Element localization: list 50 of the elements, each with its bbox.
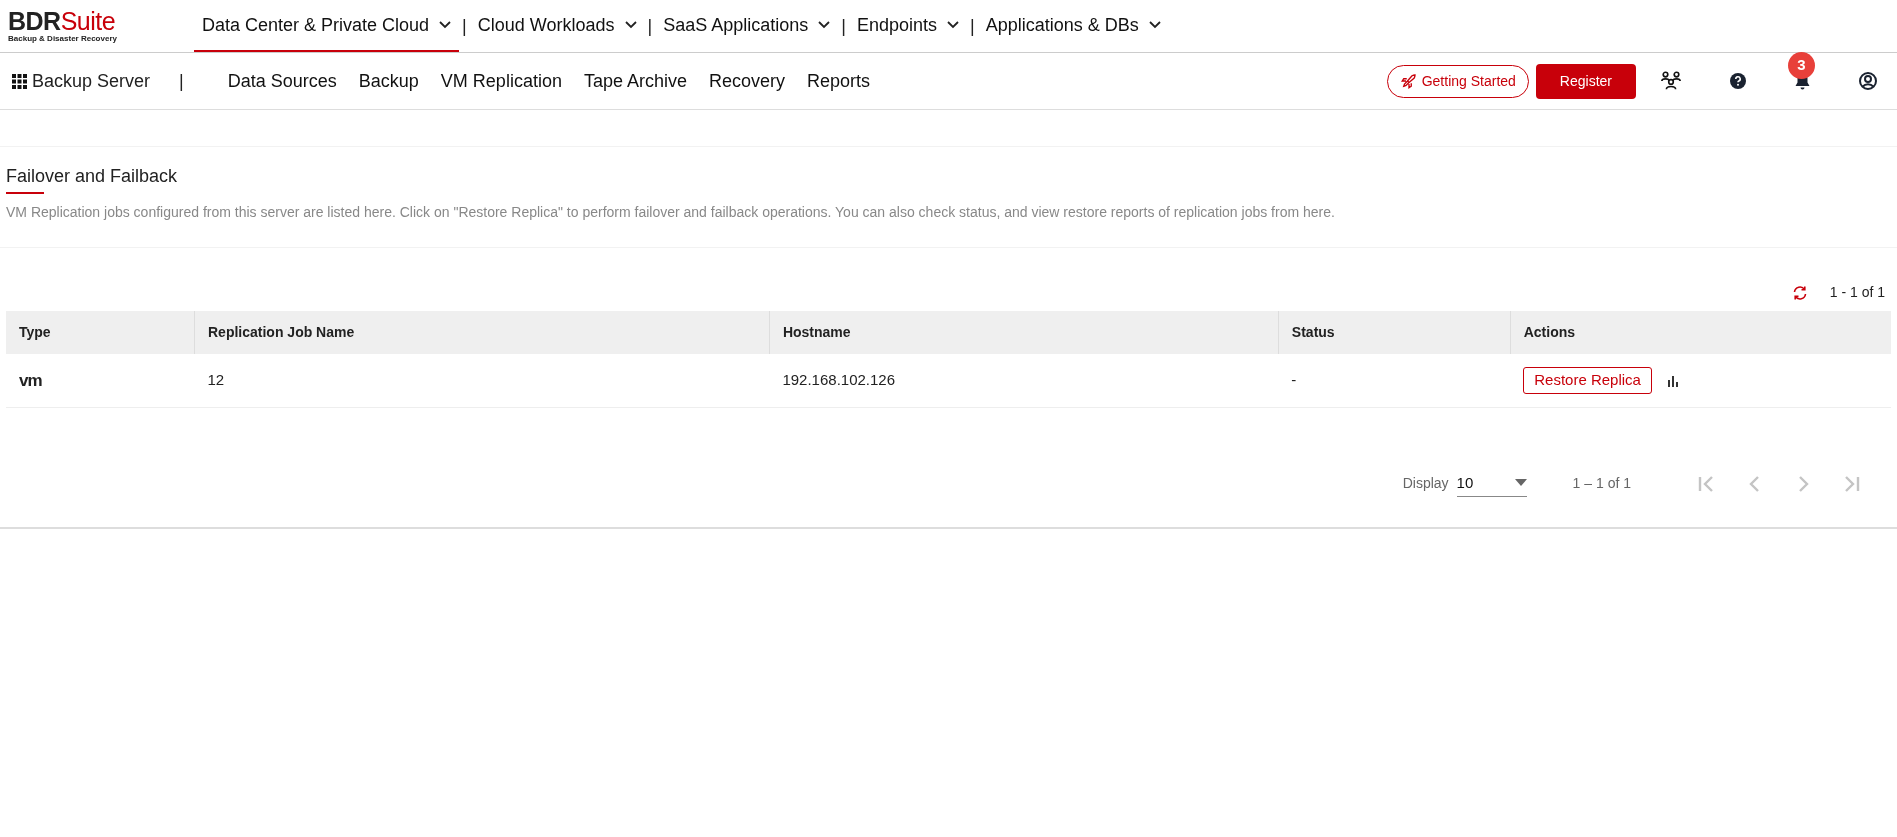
column-header: Actions [1510, 311, 1891, 354]
page-description: VM Replication jobs configured from this server are listed here. Click on "Restore Replica" to perform failover and failback operations. You can also check status, and view restore reports of replication jobs from here. [6, 203, 1336, 222]
users-icon[interactable] [1660, 70, 1682, 92]
chevron-down-icon [439, 21, 452, 29]
nav-link[interactable]: Recovery [709, 67, 785, 95]
table-cell: - [1278, 354, 1511, 407]
nav-tab[interactable]: Applications & DBs [977, 0, 1169, 52]
pagination-range: 1 – 1 of 1 [1572, 473, 1631, 493]
nav-link[interactable]: Data Sources [227, 67, 337, 95]
separator: | [646, 14, 654, 38]
user-account-icon[interactable] [1859, 72, 1877, 90]
nav-tab[interactable]: Endpoints [849, 0, 968, 52]
rocket-icon [1399, 72, 1418, 90]
nav-link[interactable]: VM Replication [440, 67, 562, 95]
nav-tab[interactable]: Data Center & Private Cloud [194, 0, 460, 52]
nav-link[interactable]: Tape Archive [583, 67, 687, 95]
brand-logo-text: BDRSuite [8, 8, 117, 34]
restore-replica-button[interactable]: Restore Replica [1523, 367, 1652, 394]
product-name: Backup Server [32, 69, 151, 93]
vm-type-logo: vm [19, 370, 42, 390]
column-header: Status [1278, 311, 1511, 354]
nav-link[interactable]: Backup [358, 67, 419, 95]
nav-tab[interactable]: Cloud Workloads [469, 0, 645, 52]
register-button[interactable]: Register [1535, 63, 1636, 99]
column-header: Replication Job Name [194, 311, 770, 354]
help-icon[interactable] [1730, 73, 1746, 89]
brand-tagline: Backup & Disaster Recovery [8, 33, 118, 44]
refresh-icon[interactable] [1791, 284, 1808, 301]
page-size-select[interactable]: 10 [1456, 469, 1527, 497]
chevron-down-icon [624, 21, 637, 29]
display-label: Display [1402, 473, 1449, 493]
chevron-down-icon [947, 21, 960, 29]
grid-icon[interactable] [12, 73, 27, 89]
chevron-down-icon [818, 21, 831, 29]
column-header: Hostname [769, 311, 1279, 354]
table-cell: 192.168.102.126 [769, 354, 1279, 407]
separator: | [461, 14, 468, 38]
chevron-down-icon [1148, 21, 1161, 29]
separator: | [179, 69, 184, 93]
nav-link[interactable]: Reports [807, 67, 871, 95]
bar-chart-icon[interactable] [1667, 375, 1680, 387]
table-range-text: 1 - 1 of 1 [1829, 283, 1885, 302]
separator: | [840, 14, 847, 38]
column-header: Type [6, 311, 195, 354]
notification-count-badge: 3 [1788, 52, 1815, 79]
nav-tab[interactable]: SaaS Applications [655, 0, 839, 52]
table-cell: 12 [194, 354, 770, 407]
getting-started-button[interactable]: Getting Started [1386, 64, 1529, 98]
separator: | [969, 14, 976, 38]
dropdown-caret-icon [1514, 479, 1527, 487]
